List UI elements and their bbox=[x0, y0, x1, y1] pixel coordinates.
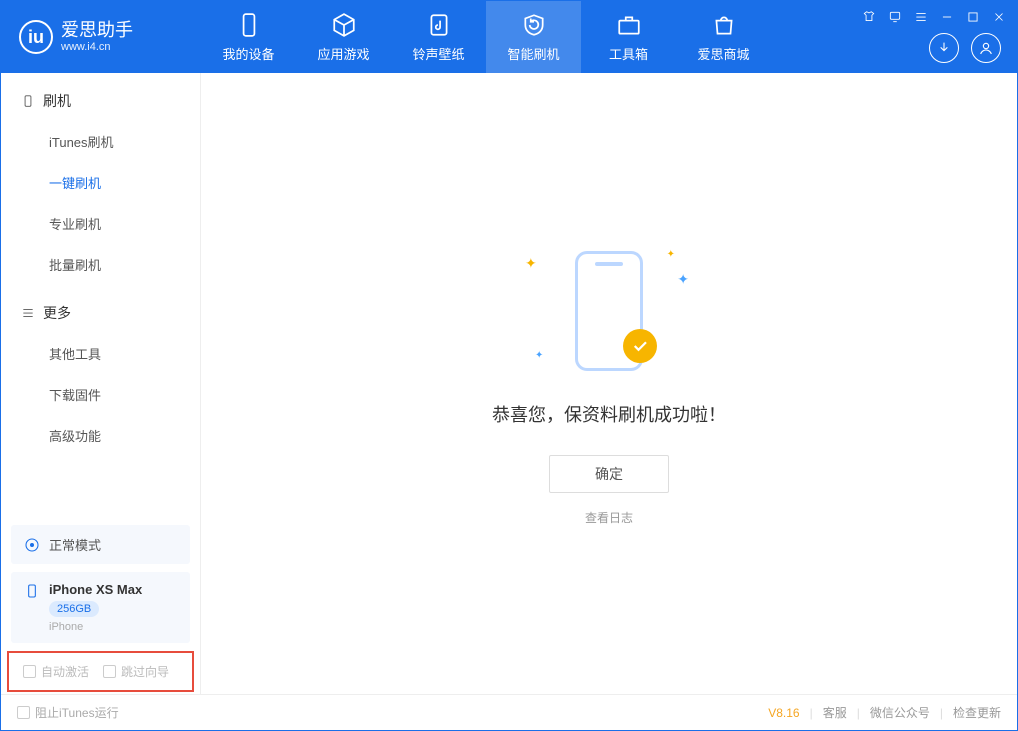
check-update-link[interactable]: 检查更新 bbox=[953, 704, 1001, 721]
phone-icon bbox=[23, 582, 41, 600]
main-content: ✦ ✦ ✦ ✦ 恭喜您，保资料刷机成功啦！ 确定 查看日志 bbox=[201, 73, 1017, 694]
separator: | bbox=[810, 706, 813, 720]
maximize-icon[interactable] bbox=[965, 9, 981, 25]
tab-label: 工具箱 bbox=[609, 44, 648, 63]
bag-icon bbox=[711, 12, 737, 38]
logo-icon: iu bbox=[19, 20, 53, 54]
support-link[interactable]: 客服 bbox=[823, 704, 847, 721]
options-row-highlighted: 自动激活 跳过向导 bbox=[7, 651, 194, 692]
sparkle-icon: ✦ bbox=[535, 350, 543, 361]
separator: | bbox=[940, 706, 943, 720]
view-log-link[interactable]: 查看日志 bbox=[585, 509, 633, 526]
section-title: 更多 bbox=[43, 303, 71, 323]
window-controls bbox=[861, 9, 1007, 25]
statusbar: 阻止iTunes运行 V8.16 | 客服 | 微信公众号 | 检查更新 bbox=[1, 694, 1017, 730]
device-panel: 正常模式 iPhone XS Max 256GB iPhone 自动激活 跳过向… bbox=[1, 517, 200, 694]
ok-button[interactable]: 确定 bbox=[549, 455, 669, 493]
check-badge-icon bbox=[623, 329, 657, 363]
cube-icon bbox=[331, 12, 357, 38]
feedback-icon[interactable] bbox=[887, 9, 903, 25]
checkbox-label: 跳过向导 bbox=[121, 663, 169, 680]
sidebar-section-more: 更多 bbox=[1, 285, 200, 333]
briefcase-icon bbox=[616, 12, 642, 38]
sidebar: 刷机 iTunes刷机 一键刷机 专业刷机 批量刷机 更多 其他工具 下载固件 … bbox=[1, 73, 201, 694]
menu-icon[interactable] bbox=[913, 9, 929, 25]
separator: | bbox=[857, 706, 860, 720]
checkbox-label: 自动激活 bbox=[41, 663, 89, 680]
sparkle-icon: ✦ bbox=[667, 249, 675, 260]
device-icon bbox=[21, 94, 35, 108]
device-type: iPhone bbox=[49, 621, 142, 633]
section-title: 刷机 bbox=[43, 91, 71, 111]
app-window: iu 爱思助手 www.i4.cn 我的设备 应用游戏 铃声壁纸 智能刷机 bbox=[0, 0, 1018, 731]
list-icon bbox=[21, 306, 35, 320]
version-label: V8.16 bbox=[768, 706, 799, 720]
logo[interactable]: iu 爱思助手 www.i4.cn bbox=[1, 20, 201, 54]
tab-label: 智能刷机 bbox=[507, 44, 559, 63]
checkbox-skip-guide[interactable]: 跳过向导 bbox=[103, 663, 169, 680]
tab-ringtone[interactable]: 铃声壁纸 bbox=[391, 1, 486, 73]
header-right-icons bbox=[929, 33, 1001, 63]
download-icon[interactable] bbox=[929, 33, 959, 63]
top-tabs: 我的设备 应用游戏 铃声壁纸 智能刷机 工具箱 爱思商城 bbox=[201, 1, 771, 73]
app-name: 爱思助手 bbox=[61, 21, 133, 41]
tshirt-icon[interactable] bbox=[861, 9, 877, 25]
success-illustration: ✦ ✦ ✦ ✦ bbox=[499, 241, 719, 381]
mode-icon bbox=[23, 536, 41, 554]
checkbox-auto-activate[interactable]: 自动激活 bbox=[23, 663, 89, 680]
checkbox-label: 阻止iTunes运行 bbox=[35, 704, 119, 721]
checkbox-block-itunes[interactable]: 阻止iTunes运行 bbox=[17, 704, 119, 721]
device-mode: 正常模式 bbox=[49, 535, 101, 554]
sparkle-icon: ✦ bbox=[677, 271, 689, 288]
device-info-card[interactable]: iPhone XS Max 256GB iPhone bbox=[11, 572, 190, 643]
sidebar-item-other-tools[interactable]: 其他工具 bbox=[1, 333, 200, 374]
device-capacity: 256GB bbox=[49, 601, 99, 617]
sidebar-item-one-click-flash[interactable]: 一键刷机 bbox=[1, 162, 200, 203]
tab-smart-flash[interactable]: 智能刷机 bbox=[486, 1, 581, 73]
phone-icon bbox=[236, 12, 262, 38]
wechat-link[interactable]: 微信公众号 bbox=[870, 704, 930, 721]
close-icon[interactable] bbox=[991, 9, 1007, 25]
tab-toolbox[interactable]: 工具箱 bbox=[581, 1, 676, 73]
tab-label: 爱思商城 bbox=[697, 44, 749, 63]
sidebar-section-flash: 刷机 bbox=[1, 73, 200, 121]
sidebar-item-download-firmware[interactable]: 下载固件 bbox=[1, 374, 200, 415]
music-file-icon bbox=[426, 12, 452, 38]
refresh-shield-icon bbox=[521, 12, 547, 38]
tab-store[interactable]: 爱思商城 bbox=[676, 1, 771, 73]
app-site: www.i4.cn bbox=[61, 41, 133, 53]
sidebar-item-batch-flash[interactable]: 批量刷机 bbox=[1, 244, 200, 285]
tab-my-device[interactable]: 我的设备 bbox=[201, 1, 296, 73]
tab-apps[interactable]: 应用游戏 bbox=[296, 1, 391, 73]
sidebar-item-itunes-flash[interactable]: iTunes刷机 bbox=[1, 121, 200, 162]
sidebar-item-pro-flash[interactable]: 专业刷机 bbox=[1, 203, 200, 244]
device-mode-card[interactable]: 正常模式 bbox=[11, 525, 190, 564]
titlebar: iu 爱思助手 www.i4.cn 我的设备 应用游戏 铃声壁纸 智能刷机 bbox=[1, 1, 1017, 73]
sidebar-item-advanced[interactable]: 高级功能 bbox=[1, 415, 200, 456]
tab-label: 应用游戏 bbox=[317, 44, 369, 63]
tab-label: 我的设备 bbox=[222, 44, 274, 63]
minimize-icon[interactable] bbox=[939, 9, 955, 25]
tab-label: 铃声壁纸 bbox=[412, 44, 464, 63]
user-icon[interactable] bbox=[971, 33, 1001, 63]
sparkle-icon: ✦ bbox=[525, 255, 537, 272]
body: 刷机 iTunes刷机 一键刷机 专业刷机 批量刷机 更多 其他工具 下载固件 … bbox=[1, 73, 1017, 694]
success-message: 恭喜您，保资料刷机成功啦！ bbox=[492, 401, 726, 427]
device-model: iPhone XS Max bbox=[49, 582, 142, 597]
